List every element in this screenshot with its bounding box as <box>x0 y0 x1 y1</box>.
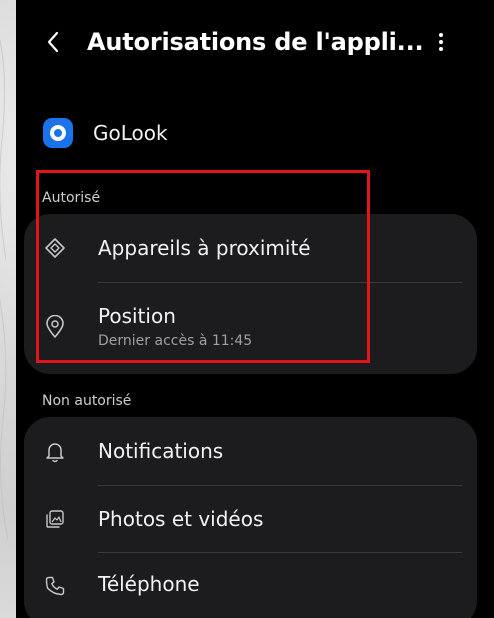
permission-label: Photos et vidéos <box>98 507 264 531</box>
more-vertical-icon[interactable] <box>426 24 456 60</box>
permission-row-location[interactable]: Position Dernier accès à 11:45 <box>24 283 477 373</box>
allowed-permissions-card: Appareils à proximité Position Dernier a… <box>24 214 477 374</box>
app-bar: Autorisations de l'appli... <box>16 18 494 66</box>
permission-row-notifications[interactable]: Notifications <box>24 417 477 485</box>
chevron-left-icon[interactable] <box>40 24 66 60</box>
permission-label: Téléphone <box>98 572 200 596</box>
location-pin-icon <box>42 314 68 340</box>
page-title: Autorisations de l'appli... <box>87 28 424 56</box>
permission-label: Notifications <box>98 439 224 463</box>
app-name: GoLook <box>93 121 168 145</box>
app-info-row: GoLook <box>16 112 494 152</box>
photos-icon <box>42 506 68 532</box>
permission-label: Appareils à proximité <box>98 236 311 260</box>
section-label-not-allowed: Non autorisé <box>42 393 132 409</box>
last-access-text: Dernier accès à 11:45 <box>98 333 253 349</box>
phone-icon <box>42 573 68 599</box>
nearby-devices-icon <box>42 235 68 261</box>
permission-row-phone[interactable]: Téléphone <box>24 553 477 618</box>
section-label-allowed: Autorisé <box>42 190 101 206</box>
bell-icon <box>42 439 68 465</box>
permission-row-nearby-devices[interactable]: Appareils à proximité <box>24 214 477 282</box>
permission-row-photos-videos[interactable]: Photos et vidéos <box>24 486 477 552</box>
permission-label: Position <box>98 304 176 328</box>
golook-app-icon <box>43 118 73 148</box>
phone-screen: Autorisations de l'appli... GoLook Autor… <box>16 0 494 618</box>
denied-permissions-card: Notifications Photos et vidéos Téléphone <box>24 417 477 618</box>
